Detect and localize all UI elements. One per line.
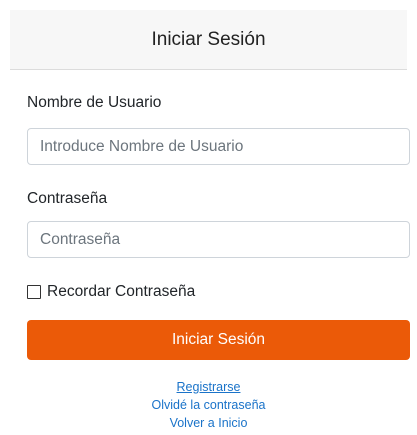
password-label: Contraseña — [27, 190, 108, 207]
forgot-password-link[interactable]: Olvidé la contraseña — [10, 396, 407, 414]
login-card-header: Iniciar Sesión — [10, 10, 407, 70]
login-submit-button[interactable]: Iniciar Sesión — [27, 320, 410, 360]
remember-password-label: Recordar Contraseña — [47, 283, 196, 300]
password-input[interactable] — [27, 221, 410, 258]
page-title: Iniciar Sesión — [151, 28, 266, 50]
username-label: Nombre de Usuario — [27, 94, 162, 111]
back-home-link[interactable]: Volver a Inicio — [10, 414, 407, 432]
remember-password-checkbox[interactable] — [27, 285, 41, 299]
username-input[interactable] — [27, 128, 410, 165]
register-link[interactable]: Registrarse — [10, 378, 407, 396]
auth-links: Registrarse Olvidé la contraseña Volver … — [10, 378, 407, 432]
remember-password-option[interactable]: Recordar Contraseña — [27, 283, 195, 301]
